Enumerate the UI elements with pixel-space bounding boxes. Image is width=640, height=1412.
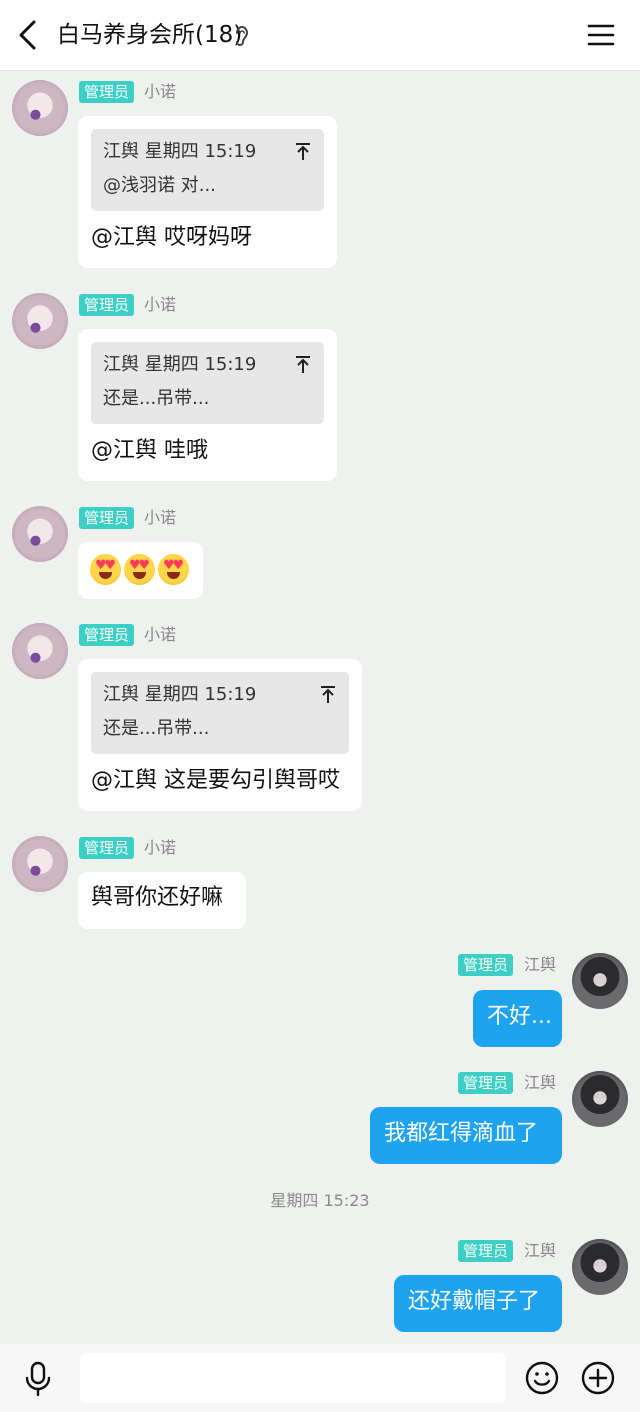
- back-arrow-icon[interactable]: [14, 18, 42, 52]
- avatar[interactable]: [572, 1239, 628, 1295]
- message-text: 不好...: [487, 1004, 552, 1029]
- avatar[interactable]: [12, 506, 68, 562]
- quoted-message[interactable]: 江舆 星期四 15:19 还是...吊带...: [91, 342, 324, 424]
- admin-badge: 管理员: [458, 1240, 514, 1262]
- chat-header: 白马养身会所(18): [0, 0, 640, 71]
- message-bubble[interactable]: [78, 542, 203, 599]
- plus-icon[interactable]: [580, 1360, 616, 1396]
- avatar[interactable]: [12, 836, 68, 892]
- pin-icon: [321, 686, 335, 703]
- message-bubble[interactable]: 舆哥你还好嘛: [78, 872, 246, 929]
- message-bubble[interactable]: 不好...: [473, 990, 562, 1047]
- admin-badge: 管理员: [458, 954, 514, 976]
- quote-text: 还是...吊带...: [103, 718, 210, 739]
- message-text: 舆哥你还好嘛: [91, 885, 224, 910]
- avatar[interactable]: [572, 1071, 628, 1127]
- sender-name: 小诺: [144, 838, 177, 857]
- message-text: @江舆 这是要勾引舆哥哎: [91, 768, 340, 793]
- star-struck-emoji-icon: [90, 554, 121, 585]
- ear-icon[interactable]: [232, 24, 252, 48]
- message-bubble[interactable]: 我都红得滴血了: [370, 1107, 562, 1164]
- sender-name: 小诺: [144, 625, 177, 644]
- admin-badge: 管理员: [458, 1072, 514, 1094]
- message-text: 还好戴帽子了: [408, 1289, 541, 1314]
- quoted-message[interactable]: 江舆 星期四 15:19 @浅羽诺 对...: [91, 129, 324, 211]
- quote-meta: 江舆 星期四 15:19: [103, 354, 257, 375]
- message-bubble[interactable]: 江舆 星期四 15:19 还是...吊带... @江舆 这是要勾引舆哥哎: [78, 659, 362, 811]
- admin-badge: 管理员: [79, 294, 135, 316]
- quote-meta: 江舆 星期四 15:19: [103, 141, 257, 162]
- avatar[interactable]: [12, 80, 68, 136]
- menu-icon[interactable]: [586, 20, 616, 50]
- pin-icon: [296, 143, 310, 160]
- sender-name: 江舆: [524, 1241, 557, 1260]
- emoji-icon[interactable]: [524, 1360, 560, 1396]
- quote-text: @浅羽诺 对...: [103, 175, 216, 196]
- message-input[interactable]: [80, 1353, 506, 1403]
- input-bar: [0, 1344, 640, 1412]
- admin-badge: 管理员: [79, 81, 135, 103]
- group-title[interactable]: 白马养身会所(18): [57, 20, 242, 50]
- quoted-message[interactable]: 江舆 星期四 15:19 还是...吊带...: [91, 672, 349, 754]
- message-list[interactable]: 管理员 小诺 江舆 星期四 15:19 @浅羽诺 对... @江舆 哎呀妈呀 管…: [0, 70, 640, 1344]
- admin-badge: 管理员: [79, 507, 135, 529]
- star-struck-emoji-icon: [158, 554, 189, 585]
- sender-name: 江舆: [524, 955, 557, 974]
- sender-name: 小诺: [144, 295, 177, 314]
- avatar[interactable]: [12, 623, 68, 679]
- microphone-icon[interactable]: [22, 1361, 54, 1397]
- message-text: 我都红得滴血了: [384, 1121, 539, 1146]
- pin-icon: [296, 356, 310, 373]
- quote-text: 还是...吊带...: [103, 388, 210, 409]
- quote-meta: 江舆 星期四 15:19: [103, 684, 257, 705]
- message-bubble[interactable]: 还好戴帽子了: [394, 1275, 562, 1332]
- message-text: @江舆 哇哦: [91, 438, 208, 463]
- sender-name: 小诺: [144, 82, 177, 101]
- sender-name: 小诺: [144, 508, 177, 527]
- admin-badge: 管理员: [79, 837, 135, 859]
- message-text: @江舆 哎呀妈呀: [91, 225, 252, 250]
- timestamp-separator: 星期四 15:23: [270, 1191, 370, 1210]
- message-bubble[interactable]: 江舆 星期四 15:19 @浅羽诺 对... @江舆 哎呀妈呀: [78, 116, 337, 268]
- star-struck-emoji-icon: [124, 554, 155, 585]
- avatar[interactable]: [12, 293, 68, 349]
- sender-name: 江舆: [524, 1073, 557, 1092]
- admin-badge: 管理员: [79, 624, 135, 646]
- avatar[interactable]: [572, 953, 628, 1009]
- message-bubble[interactable]: 江舆 星期四 15:19 还是...吊带... @江舆 哇哦: [78, 329, 337, 481]
